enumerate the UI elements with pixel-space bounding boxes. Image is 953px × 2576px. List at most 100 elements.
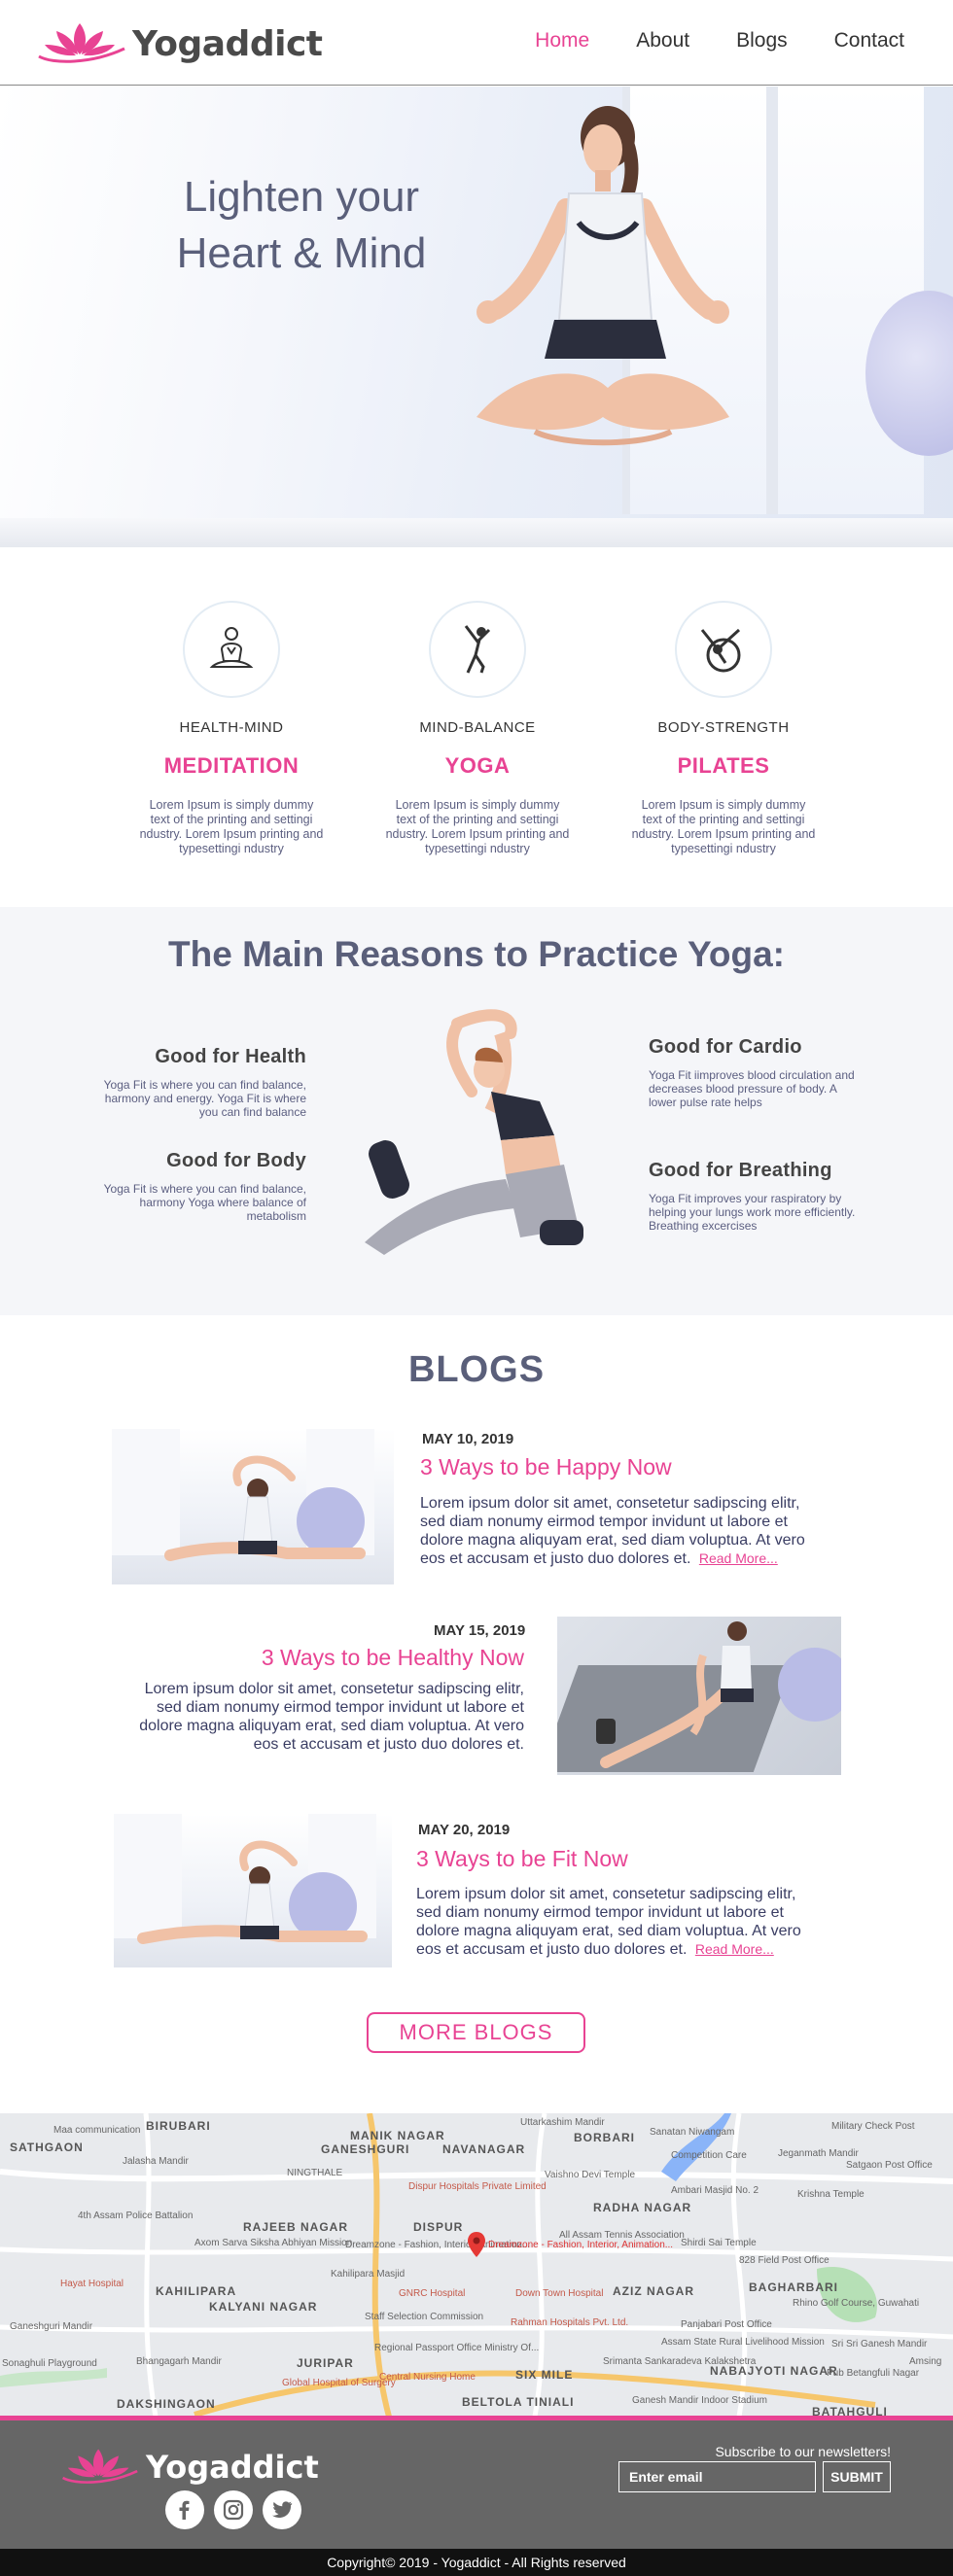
blogs-title: BLOGS [407, 1349, 546, 1390]
map-poi-label: Competition Care [671, 2150, 747, 2161]
map-poi-label: Shirdi Sai Temple [681, 2238, 757, 2248]
newsletter-label: Subscribe to our newsletters! [715, 2444, 891, 2459]
facebook-icon[interactable] [165, 2490, 204, 2529]
map-poi-label: Sonaghuli Playground [2, 2358, 97, 2369]
map-area-label: GANESHGURI [321, 2142, 410, 2156]
map-poi-label: Krishna Temple [797, 2189, 865, 2200]
features-section: HEALTH-MIND MEDITATION Lorem Ipsum is si… [0, 547, 953, 907]
map-poi-label: Regional Passport Office Ministry Of... [374, 2343, 540, 2353]
read-more-link[interactable]: Read More... [695, 1941, 774, 1957]
blog-post-title[interactable]: 3 Ways to be Fit Now [416, 1846, 628, 1872]
main-nav: Home About Blogs Contact [535, 29, 904, 52]
map-poi-label: Ganesh Mandir Indoor Stadium [632, 2395, 767, 2406]
map-poi-label: Staff Selection Commission [365, 2312, 484, 2322]
map-poi-label: Rhino Golf Course, Guwahati [793, 2298, 920, 2309]
map-poi-label: Kahilipara Masjid [331, 2269, 406, 2280]
feature-title: MEDITATION [163, 753, 300, 778]
nav-contact[interactable]: Contact [834, 29, 904, 52]
blog-post-date: MAY 15, 2019 [434, 1622, 526, 1639]
map-area-label: KALYANI NAGAR [209, 2300, 318, 2314]
map-poi-label: Axom Sarva Siksha Abhiyan Mission [194, 2238, 353, 2248]
map-poi-label: Panjabari Post Office [681, 2319, 772, 2330]
feature-sub: HEALTH-MIND [179, 719, 284, 736]
map-poi-label: Bhangagarh Mandir [136, 2356, 222, 2367]
map-poi-label: Dispur Hospitals Private Limited [408, 2181, 547, 2192]
twitter-icon[interactable] [263, 2490, 301, 2529]
map-poi-label: Srimanta Sankaradeva Kalakshetra [603, 2356, 757, 2367]
map-poi-label: Sri Sri Ganesh Mandir [831, 2339, 928, 2350]
read-more-link[interactable]: Read More... [699, 1550, 778, 1566]
blog-post-3-image[interactable] [114, 1814, 392, 1967]
map-poi-label: GNRC Hospital [399, 2288, 466, 2299]
reason-heading: Good for Cardio [649, 1036, 802, 1058]
map-area-label: RAJEEB NAGAR [243, 2220, 349, 2234]
map-poi-label: Sanatan Niwangam [650, 2127, 735, 2138]
feature-sub: MIND-BALANCE [419, 719, 536, 736]
blog-post-body: Lorem ipsum dolor sit amet, consetetur s… [125, 1680, 524, 1754]
reason-text: Yoga Fit iimproves blood circulation and… [649, 1068, 855, 1109]
map-area-label: NINGTHALE [287, 2168, 343, 2178]
map-area-label: MANIK NAGAR [350, 2129, 445, 2142]
more-blogs-button[interactable]: MORE BLOGS [367, 2012, 585, 2053]
map-area-label: DAKSHINGAON [117, 2397, 216, 2411]
map-area-label: BAGHARBARI [749, 2280, 838, 2294]
yoga-pose-icon [429, 601, 526, 698]
reason-body: Good for Body Yoga Fit is where you can … [92, 1150, 306, 1223]
footer-logo[interactable]: Yogaddict [56, 2446, 319, 2489]
map-poi-label: Jalasha Mandir [123, 2156, 189, 2167]
instagram-icon[interactable] [214, 2490, 253, 2529]
reason-text: Yoga Fit is where you can find balance, … [103, 1078, 306, 1119]
feature-yoga: MIND-BALANCE YOGA Lorem Ipsum is simply … [380, 601, 575, 856]
reason-text: Yoga Fit improves your raspiratory by he… [649, 1192, 856, 1233]
map-area-label: NAVANAGAR [442, 2142, 526, 2156]
header-logo[interactable]: Yogaddict [33, 19, 323, 68]
blog-post-title[interactable]: 3 Ways to be Healthy Now [239, 1645, 524, 1671]
blog-post-2-image[interactable] [557, 1617, 841, 1775]
nav-home[interactable]: Home [535, 29, 589, 52]
blog-post-title[interactable]: 3 Ways to be Happy Now [420, 1454, 672, 1480]
map-location-pin-icon[interactable] [468, 2232, 485, 2261]
newsletter-email-input[interactable] [618, 2461, 816, 2492]
footer-logo-text: Yogaddict [146, 2449, 319, 2486]
lotus-icon [56, 2446, 142, 2489]
feature-pilates: BODY-STRENGTH PILATES Lorem Ipsum is sim… [626, 601, 821, 856]
map-poi-label: 4th Assam Police Battalion [78, 2210, 194, 2221]
map-poi-label: Down Town Hospital [515, 2288, 604, 2299]
map-area-label: AZIZ NAGAR [613, 2284, 694, 2298]
nav-about[interactable]: About [636, 29, 689, 52]
hero-banner: Lighten your Heart & Mind [0, 87, 953, 547]
map-area-label: KAHILIPARA [156, 2284, 237, 2298]
map-poi-label: Vaishno Devi Temple [545, 2170, 636, 2180]
site-header: Yogaddict Home About Blogs Contact [0, 0, 953, 86]
map-area-label: JURIPAR [297, 2356, 354, 2370]
meditation-icon [183, 601, 280, 698]
map-area-label: BELTOLA TINIALI [462, 2395, 575, 2409]
map-poi-label: Maa communication [53, 2125, 141, 2136]
newsletter-submit-button[interactable]: SUBMIT [823, 2461, 891, 2492]
feature-title: YOGA [444, 753, 511, 778]
map-marker-label: Dreamzone - Fashion, Interior, Animation… [488, 2240, 674, 2250]
location-map[interactable]: BIRUBARI SATHGAON GANESHGURI NAVANAGAR B… [0, 2113, 953, 2417]
map-poi-label: Military Check Post [831, 2121, 915, 2132]
nav-blogs[interactable]: Blogs [736, 29, 788, 52]
reason-breathing: Good for Breathing Yoga Fit improves you… [649, 1160, 863, 1233]
reason-heading: Good for Breathing [649, 1160, 832, 1181]
feature-desc: Lorem Ipsum is simply dummy text of the … [631, 798, 816, 855]
social-links [165, 2490, 301, 2529]
map-poi-label: Amsing [909, 2356, 942, 2367]
map-poi-label: Jeganmath Mandir [778, 2148, 859, 2159]
blog-post-body: Lorem ipsum dolor sit amet, consetetur s… [416, 1885, 815, 1959]
reason-heading: Good for Body [166, 1150, 306, 1171]
reasons-title: The Main Reasons to Practice Yoga: [168, 934, 785, 974]
map-poi-label: Pub Betangfuli Nagar [827, 2368, 920, 2379]
reason-heading: Good for Health [155, 1046, 306, 1067]
map-area-label: SATHGAON [10, 2141, 84, 2154]
reason-cardio: Good for Cardio Yoga Fit iimproves blood… [649, 1036, 863, 1109]
feature-desc: Lorem Ipsum is simply dummy text of the … [385, 798, 570, 855]
pilates-ring-icon [675, 601, 772, 698]
blog-post-date: MAY 20, 2019 [418, 1822, 511, 1838]
map-poi-label: 828 Field Post Office [739, 2255, 829, 2266]
map-area-label: RADHA NAGAR [593, 2201, 692, 2214]
header-logo-text: Yogaddict [132, 23, 323, 64]
blog-post-1-image[interactable] [112, 1429, 394, 1584]
